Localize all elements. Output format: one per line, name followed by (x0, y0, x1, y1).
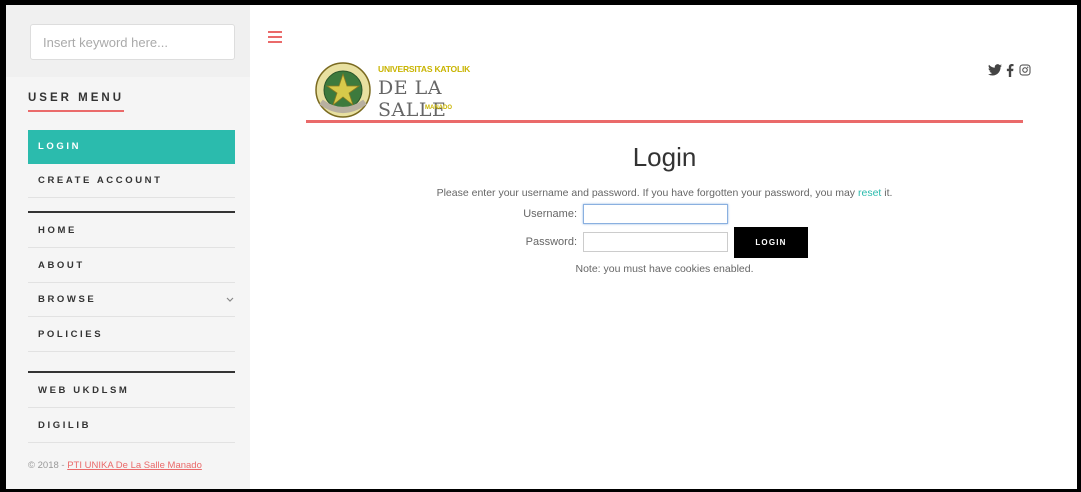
sidebar-item-web-ukdlsm[interactable]: WEB UKDLSM (28, 374, 235, 408)
username-label: Username: (523, 208, 577, 220)
search-input[interactable] (30, 24, 235, 60)
instructions-text: Please enter your username and password.… (436, 187, 858, 199)
search-area (6, 5, 250, 77)
sidebar-item-policies[interactable]: POLICIES (28, 318, 235, 352)
footer-link[interactable]: PTI UNIKA De La Salle Manado (67, 460, 202, 471)
instructions-text-end: it. (881, 187, 893, 199)
header-divider (306, 120, 1023, 123)
sidebar-item-label: POLICIES (38, 329, 104, 340)
cookies-note: Note: you must have cookies enabled. (575, 263, 754, 275)
university-logo[interactable]: UNIVERSITAS KATOLIK DE LA SALLE MANADO (313, 60, 513, 126)
logo-line-2: DE LA SALLE (378, 77, 447, 121)
sidebar-item-label: HOME (38, 225, 77, 236)
page-frame: USER MENU LOGIN CREATE ACCOUNT HOME ABOU… (6, 5, 1077, 489)
reset-password-link[interactable]: reset (858, 187, 881, 199)
logo-line-3: MANADO (425, 105, 452, 111)
sidebar-divider (28, 371, 235, 373)
sidebar-item-label: BROWSE (38, 294, 97, 305)
password-field[interactable] (583, 232, 728, 252)
username-field[interactable] (583, 204, 728, 224)
seal-icon (315, 62, 371, 118)
sidebar-item-label: WEB UKDLSM (38, 385, 130, 396)
page-title: Login (632, 142, 697, 172)
sidebar: USER MENU LOGIN CREATE ACCOUNT HOME ABOU… (6, 5, 250, 489)
user-menu-title: USER MENU (28, 92, 125, 112)
password-label: Password: (525, 236, 577, 248)
sidebar-item-label: CREATE ACCOUNT (38, 175, 163, 186)
sidebar-item-login[interactable]: LOGIN (28, 130, 235, 164)
sidebar-footer: © 2018 - PTI UNIKA De La Salle Manado (28, 460, 202, 471)
hamburger-menu-icon[interactable] (268, 31, 282, 43)
sidebar-item-about[interactable]: ABOUT (28, 249, 235, 283)
twitter-icon[interactable] (988, 64, 1002, 79)
facebook-icon[interactable] (1006, 64, 1014, 80)
sidebar-item-label: ABOUT (38, 260, 85, 271)
sidebar-item-create-account[interactable]: CREATE ACCOUNT (28, 164, 235, 198)
sidebar-item-label: DIGILIB (38, 420, 92, 431)
sidebar-item-browse[interactable]: BROWSE (28, 283, 235, 317)
sidebar-item-home[interactable]: HOME (28, 214, 235, 248)
sidebar-item-digilib[interactable]: DIGILIB (28, 409, 235, 443)
logo-line-1: UNIVERSITAS KATOLIK (378, 64, 471, 74)
instagram-icon[interactable] (1019, 64, 1031, 79)
sidebar-divider (28, 211, 235, 213)
login-instructions: Please enter your username and password.… (306, 187, 1023, 199)
login-button[interactable]: LOGIN (734, 227, 808, 258)
footer-copyright: © 2018 - (28, 460, 68, 471)
sidebar-item-label: LOGIN (38, 141, 82, 152)
